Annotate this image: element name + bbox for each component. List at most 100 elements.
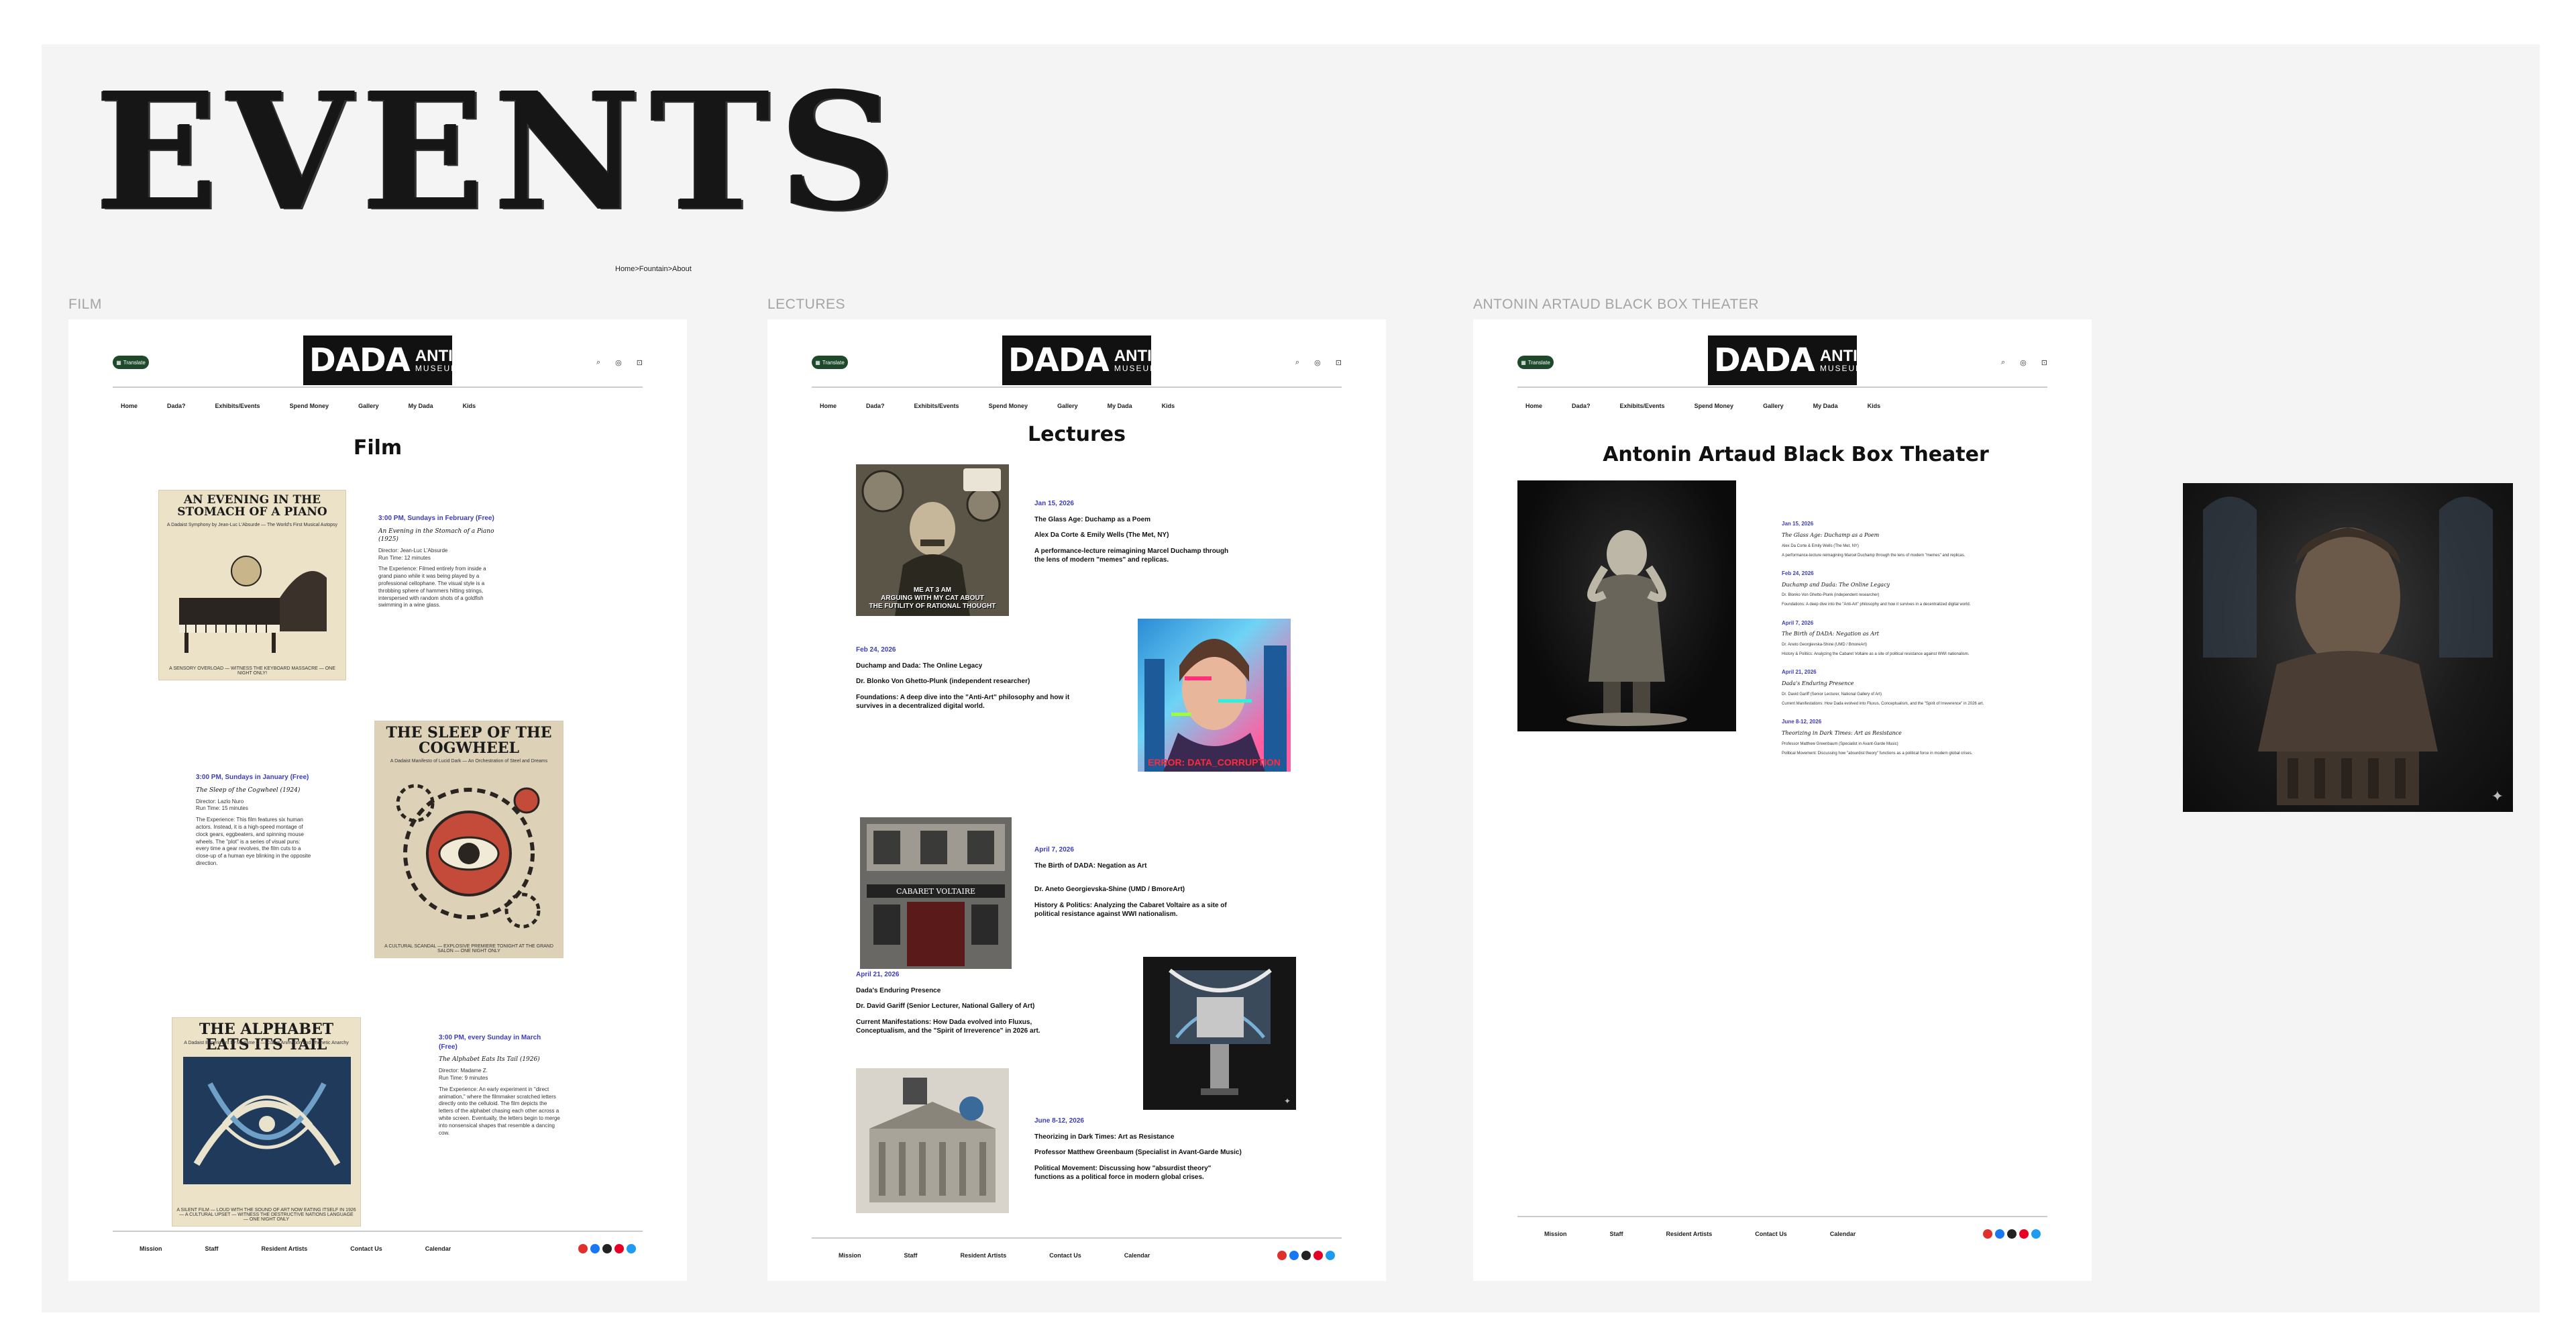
lecture-image-meme[interactable]: ME AT 3 AM ARGUING WITH MY CAT ABOUT THE… <box>856 464 1009 616</box>
footer-mission[interactable]: Mission <box>1544 1231 1567 1237</box>
site-logo[interactable]: THE DADA ANTI- MUSEUM <box>1701 335 1863 385</box>
pinterest-icon[interactable] <box>2019 1229 2029 1239</box>
account-icon[interactable]: ◎ <box>2020 358 2027 367</box>
footer-resident-artists[interactable]: Resident Artists <box>961 1252 1007 1259</box>
footer-mission[interactable]: Mission <box>140 1245 162 1252</box>
account-icon[interactable]: ◎ <box>1314 358 1321 367</box>
account-icon[interactable]: ◎ <box>615 358 622 367</box>
alphabet-illustration <box>183 1057 351 1184</box>
event-title: Theorizing in Dark Times: Art as Resista… <box>1034 1133 1175 1141</box>
footer-staff[interactable]: Staff <box>1610 1231 1623 1237</box>
nav-gallery[interactable]: Gallery <box>1057 403 1078 409</box>
film-poster-piano[interactable]: AN EVENING IN THE STOMACH OF A PIANO A D… <box>158 490 346 680</box>
globe-icon: ▦ <box>1521 359 1526 366</box>
nav-gallery[interactable]: Gallery <box>1763 403 1784 409</box>
logo-museum: MUSEUM <box>1114 364 1159 373</box>
footer-resident-artists[interactable]: Resident Artists <box>262 1245 308 1252</box>
facebook-icon[interactable] <box>1995 1229 2004 1239</box>
nav-my-dada[interactable]: My Dada <box>1813 403 1838 409</box>
nav-kids[interactable]: Kids <box>463 403 476 409</box>
instagram-icon[interactable] <box>2007 1229 2017 1239</box>
nav-exhibits-events[interactable]: Exhibits/Events <box>215 403 260 409</box>
reddit-icon[interactable] <box>578 1244 588 1253</box>
lecture-image-glitch[interactable]: ERROR: DATA_CORRUPTION <box>1138 619 1291 772</box>
footer-staff[interactable]: Staff <box>205 1245 219 1252</box>
search-icon[interactable]: ⌕ <box>2001 358 2005 367</box>
search-icon[interactable]: ⌕ <box>596 358 600 367</box>
footer-contact-us[interactable]: Contact Us <box>1049 1252 1081 1259</box>
translate-button[interactable]: ▦ Translate <box>1517 356 1554 369</box>
theater-image-actor[interactable] <box>1517 480 1736 731</box>
film-poster-alphabet[interactable]: THE ALPHABET EATS ITS TAIL A Dadaist Exp… <box>172 1017 361 1227</box>
event-time: 3:00 PM, Sundays in February (Free) <box>378 515 494 522</box>
nav-gallery[interactable]: Gallery <box>358 403 379 409</box>
nav-my-dada[interactable]: My Dada <box>1108 403 1132 409</box>
logo-museum: MUSEUM <box>1819 364 1864 373</box>
footer-calendar[interactable]: Calendar <box>425 1245 451 1252</box>
footer-staff[interactable]: Staff <box>904 1252 918 1259</box>
events-title: EVENTS <box>95 57 906 246</box>
lecture-image-collage[interactable]: ✦ <box>1143 957 1296 1110</box>
footer-calendar[interactable]: Calendar <box>1124 1252 1150 1259</box>
bust-image[interactable]: ✦ <box>2183 483 2513 812</box>
footer-mission[interactable]: Mission <box>839 1252 861 1259</box>
translate-button[interactable]: ▦ Translate <box>113 356 149 369</box>
nav-dada[interactable]: Dada? <box>866 403 885 409</box>
event-description: Foundations: A deep dive into the "Anti-… <box>856 693 1070 711</box>
event-speaker: Alex Da Corte & Emily Wells (The Met, NY… <box>1034 531 1169 539</box>
poster-title: THE ALPHABET EATS ITS TAIL <box>199 1021 334 1054</box>
translate-button[interactable]: ▦ Translate <box>812 356 848 369</box>
logo-museum: MUSEUM <box>415 364 460 373</box>
nav-dada[interactable]: Dada? <box>1572 403 1591 409</box>
nav-my-dada[interactable]: My Dada <box>409 403 433 409</box>
footer-contact-us[interactable]: Contact Us <box>350 1245 382 1252</box>
breadcrumb[interactable]: Home>Fountain>About <box>615 265 692 273</box>
film-poster-cogwheel[interactable]: THE SLEEP OF THE COGWHEEL A Dadaist Mani… <box>374 721 564 958</box>
facebook-icon[interactable] <box>590 1244 600 1253</box>
nav-exhibits-events[interactable]: Exhibits/Events <box>1620 403 1665 409</box>
nav-home[interactable]: Home <box>1525 403 1542 409</box>
event-description: The Experience: This film features six h… <box>196 817 311 867</box>
poster-title: AN EVENING IN THE STOMACH OF A PIANO <box>177 493 327 519</box>
poster-subtitle: A Dadaist Symphony by Jean-Luc L'Absurde… <box>166 523 338 527</box>
nav-home[interactable]: Home <box>121 403 138 409</box>
reddit-icon[interactable] <box>1277 1251 1287 1260</box>
instagram-icon[interactable] <box>1301 1251 1311 1260</box>
pinterest-icon[interactable] <box>614 1244 624 1253</box>
nav-home[interactable]: Home <box>820 403 837 409</box>
nav-spend-money[interactable]: Spend Money <box>1695 403 1734 409</box>
search-icon[interactable]: ⌕ <box>1295 358 1299 367</box>
nav-exhibits-events[interactable]: Exhibits/Events <box>914 403 959 409</box>
lecture-image-cabaret[interactable]: CABARET VOLTAIRE <box>860 817 1012 969</box>
event-title: Dada's Enduring Presence <box>856 986 941 994</box>
facebook-icon[interactable] <box>1289 1251 1299 1260</box>
event-speaker: Dr. Blonko Von Ghetto-Plunk (independent… <box>856 678 1030 685</box>
event-meta: Director: Madame Z. Run Time: 9 minutes <box>439 1068 488 1081</box>
logo-anti: ANTI- <box>1819 347 1863 365</box>
nav-kids[interactable]: Kids <box>1162 403 1175 409</box>
event-description: A performance-lecture reimagining Marcel… <box>1034 547 1229 564</box>
nav-dada[interactable]: Dada? <box>167 403 186 409</box>
lecture-event-5: June 8-12, 2026 Theorizing in Dark Times… <box>1034 1117 1242 1182</box>
poster-subtitle: A Dadaist Manifesto of Lucid Dark — An O… <box>390 759 548 764</box>
pinterest-icon[interactable] <box>1313 1251 1323 1260</box>
footer-contact-us[interactable]: Contact Us <box>1755 1231 1787 1237</box>
reddit-icon[interactable] <box>1983 1229 1992 1239</box>
globe-icon: ▦ <box>815 359 820 366</box>
twitter-icon[interactable] <box>627 1244 636 1253</box>
footer-calendar[interactable]: Calendar <box>1830 1231 1856 1237</box>
lecture-image-surreal[interactable] <box>856 1068 1009 1213</box>
cart-icon[interactable]: ⊡ <box>1336 358 1342 367</box>
instagram-icon[interactable] <box>602 1244 612 1253</box>
twitter-icon[interactable] <box>1326 1251 1335 1260</box>
nav-spend-money[interactable]: Spend Money <box>989 403 1028 409</box>
cart-icon[interactable]: ⊡ <box>637 358 643 367</box>
twitter-icon[interactable] <box>2031 1229 2041 1239</box>
cart-icon[interactable]: ⊡ <box>2041 358 2047 367</box>
footer-resident-artists[interactable]: Resident Artists <box>1666 1231 1713 1237</box>
nav-kids[interactable]: Kids <box>1868 403 1881 409</box>
site-logo[interactable]: THE DADA ANTI- MUSEUM <box>297 335 458 385</box>
theater-item: April 7, 2026 The Birth of DADA: Negatio… <box>1782 619 1970 657</box>
nav-spend-money[interactable]: Spend Money <box>290 403 329 409</box>
site-logo[interactable]: THE DADA ANTI- MUSEUM <box>996 335 1157 385</box>
